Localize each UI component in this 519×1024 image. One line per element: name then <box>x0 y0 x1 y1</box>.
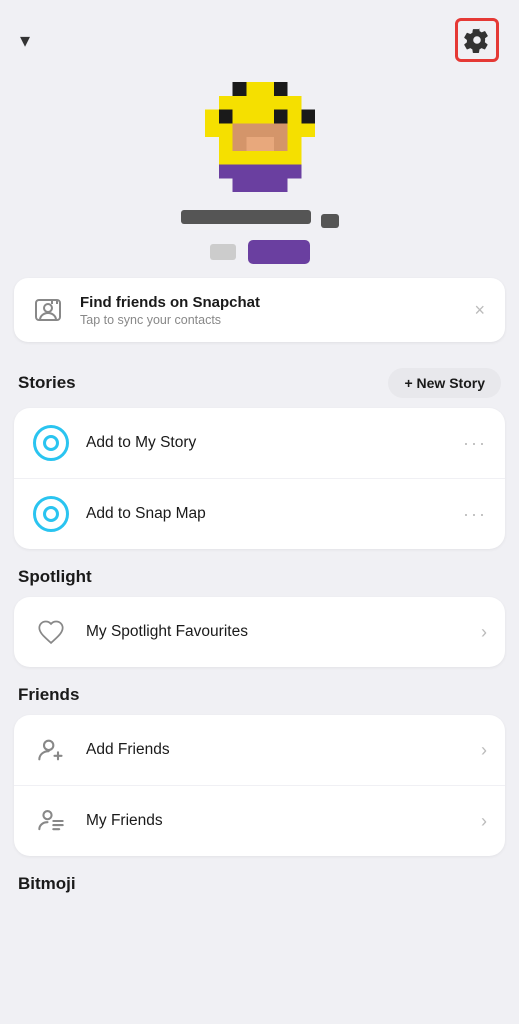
my-friends-item[interactable]: My Friends › <box>14 786 505 856</box>
username-bar <box>181 210 311 224</box>
close-button[interactable]: × <box>470 296 489 325</box>
add-friends-icon <box>32 731 70 769</box>
add-to-snap-map-item[interactable]: Add to Snap Map ··· <box>14 479 505 549</box>
score-small <box>210 244 236 260</box>
spotlight-favourites-label: My Spotlight Favourites <box>86 623 465 641</box>
snap-map-more-icon[interactable]: ··· <box>463 504 487 525</box>
spotlight-card-group: My Spotlight Favourites › <box>14 597 505 667</box>
heart-icon <box>32 613 70 651</box>
my-story-icon <box>32 424 70 462</box>
stories-title: Stories <box>18 373 76 393</box>
bitmoji-image <box>205 82 315 192</box>
score-purple <box>248 240 310 264</box>
add-friends-item[interactable]: Add Friends › <box>14 715 505 786</box>
avatar[interactable] <box>205 82 315 192</box>
find-friends-subtitle: Tap to sync your contacts <box>80 313 456 327</box>
spotlight-chevron-icon: › <box>481 622 487 643</box>
spotlight-title: Spotlight <box>18 567 92 587</box>
stories-header: Stories + New Story <box>0 350 519 408</box>
my-friends-icon <box>32 802 70 840</box>
chevron-down-icon[interactable]: ▾ <box>20 28 30 53</box>
find-friends-banner[interactable]: Find friends on Snapchat Tap to sync you… <box>14 278 505 342</box>
snap-map-icon <box>32 495 70 533</box>
friends-header: Friends <box>0 667 519 715</box>
header: ▾ <box>0 0 519 72</box>
stories-card-group: Add to My Story ··· Add to Snap Map ··· <box>14 408 505 549</box>
new-story-button[interactable]: + New Story <box>388 368 501 398</box>
friends-card-group: Add Friends › My Friends › <box>14 715 505 856</box>
my-friends-label: My Friends <box>86 812 465 830</box>
avatar-section <box>0 72 519 204</box>
my-friends-chevron-icon: › <box>481 811 487 832</box>
bitmoji-section-title: Bitmoji <box>0 856 519 904</box>
settings-button[interactable] <box>455 18 499 62</box>
add-to-my-story-item[interactable]: Add to My Story ··· <box>14 408 505 479</box>
add-friends-label: Add Friends <box>86 741 465 759</box>
gear-icon <box>464 27 490 53</box>
find-friends-icon <box>30 292 66 328</box>
my-story-more-icon[interactable]: ··· <box>463 433 487 454</box>
username-bar-extra <box>321 214 339 228</box>
add-friends-chevron-icon: › <box>481 740 487 761</box>
friends-title: Friends <box>18 685 79 705</box>
my-story-label: Add to My Story <box>86 434 447 452</box>
username-section <box>0 204 519 270</box>
find-friends-title: Find friends on Snapchat <box>80 294 456 311</box>
spotlight-favourites-item[interactable]: My Spotlight Favourites › <box>14 597 505 667</box>
find-friends-text: Find friends on Snapchat Tap to sync you… <box>80 294 456 327</box>
spotlight-header: Spotlight <box>0 549 519 597</box>
snap-map-label: Add to Snap Map <box>86 505 447 523</box>
